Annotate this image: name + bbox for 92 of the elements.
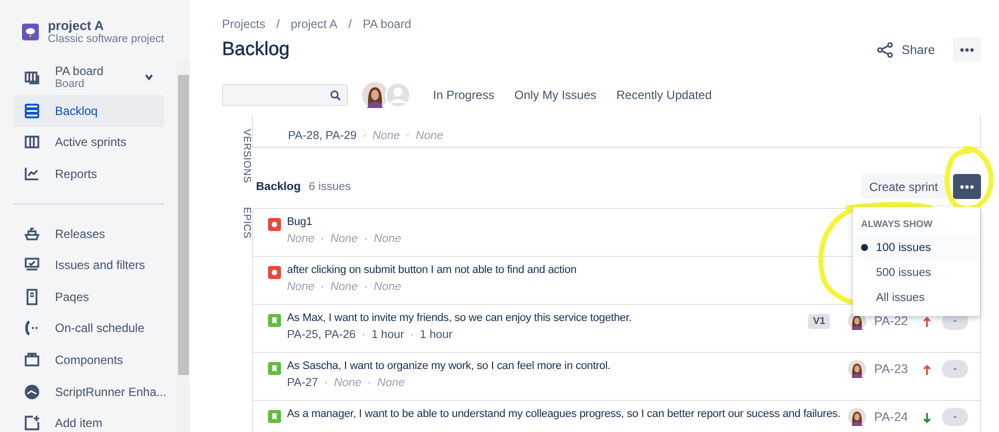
create-sprint-button[interactable]: Create sprint [861,174,946,199]
breadcrumb-link[interactable]: Projects [222,17,266,33]
more-icon [960,48,974,52]
issue-summary[interactable]: As a manager, I want to be able to understand my colleagues progress, so I can better report our sucess and failures. [287,408,841,420]
issue-detail: None [334,377,362,389]
breadcrumb-link[interactable]: project A [290,17,338,33]
issue-row[interactable]: As Max, I want to invite my friends, so we can enjoy this service together. PA-25, PA-26 · 1 hour · 1 hour V1 PA-22 - [252,305,981,353]
sidebar-item[interactable]: PA board Board [13,59,164,95]
share-button[interactable]: Share [876,42,935,58]
issue-detail: None [374,233,402,245]
issue-key[interactable]: PA-24 [874,410,908,424]
issue-count: 6 issues [308,180,352,192]
issue-detail: PA-27 [287,377,318,389]
sidebar-item[interactable]: Add item [13,407,164,432]
project-name: project A [48,18,105,33]
separator-dot: · [320,233,324,245]
breadcrumb-link[interactable]: PA board [362,17,412,33]
nav-icon [23,382,41,401]
sidebar-item[interactable]: Paqes [13,280,164,313]
more-button[interactable] [953,174,981,199]
more-button[interactable] [953,37,981,62]
avatar-icon[interactable] [362,82,388,108]
project-type: Classic software project [48,33,164,45]
separator-dot: · [364,281,368,293]
sidebar-item[interactable]: Backloq [13,95,164,127]
issue-key[interactable]: PA-22 [874,314,908,328]
estimate-badge[interactable]: - [942,408,968,426]
sidebar-item[interactable]: On-call schedule [13,312,164,344]
issue-detail: None [372,130,400,142]
issue-key[interactable]: PA-23 [874,362,908,376]
sidebar-item[interactable]: Issues and filters [13,249,164,281]
issue-detail: None [377,377,405,389]
issue-summary[interactable]: As Sascha, I want to organize my work, so I can feel more in control. [287,360,610,372]
issue-detail: None [287,281,314,293]
section-title: Backlog [256,180,301,192]
quick-filter[interactable]: Recently Updated [616,86,712,104]
search-icon [330,90,341,100]
side-tab[interactable]: VERSIONS [223,129,252,184]
nav-icon [23,350,41,369]
sidebar-item[interactable]: Reports [13,158,164,190]
quick-filter[interactable]: In Progress [433,86,494,104]
menu-option[interactable]: 100 issues [853,235,980,260]
issue-detail: PA-28, PA-29 [288,130,357,142]
estimate-badge[interactable]: - [942,360,968,378]
sidebar-item[interactable]: Active sprints [13,126,164,158]
issue-detail: None [374,281,402,293]
issue-detail: 1 hour [420,329,453,341]
nav-icon [23,102,41,120]
separator-dot: · [320,281,324,293]
avatar-icon [848,360,866,378]
nav-icon [23,133,41,152]
breadcrumb-separator: / [348,17,352,33]
issue-row[interactable]: As Sascha, I want to organize my work, so I can feel more in control. PA-27 · None · None PA-23 - [252,353,981,401]
issue-detail: None [330,281,358,293]
nav-icon [23,164,41,183]
menu-heading: ALWAYS SHOW [860,219,934,230]
issue-detail: None [287,233,314,245]
sidebar-item[interactable]: Components [13,344,164,376]
issue-summary[interactable]: Bug1 [287,216,312,228]
cloud-logo-icon [22,20,39,42]
scrollbar[interactable] [176,62,190,432]
share-icon [876,42,893,58]
menu-option[interactable]: 500 issues [853,260,980,285]
sidebar-item[interactable]: Releases [13,218,164,250]
breadcrumb-separator: / [276,17,280,33]
nav-icon [23,414,41,432]
sidebar-item[interactable]: ScriptRunner Enha... [13,376,164,408]
more-icon [960,184,974,188]
issue-summary[interactable]: after clicking on submit button I am not able to find and action [287,264,576,276]
search-field[interactable] [222,84,348,106]
side-tab[interactable]: EPICS [223,207,252,239]
avatar-icon [848,312,866,330]
nav-icon [23,224,41,243]
issue-detail: None [330,233,358,245]
issue-detail: PA-25, PA-26 [287,329,356,341]
separator-dot: · [406,130,410,142]
page-title: Backlog [222,38,291,60]
separator-dot: · [362,130,366,142]
separator-dot: · [410,329,414,341]
issue-detail: 1 hour [371,329,404,341]
version-tag: V1 [808,314,830,328]
separator-dot: · [324,377,328,389]
issue-summary[interactable]: As Max, I want to invite my friends, so we can enjoy this service together. [287,312,632,324]
selected-dot-icon [861,244,868,251]
separator-dot: · [367,377,372,389]
separator-dot: · [362,329,366,341]
avatar-icon [848,408,866,426]
issue-detail: None [416,130,444,142]
chevron-icon[interactable] [144,72,154,82]
issue-row[interactable]: As a manager, I want to be able to understand my colleagues progress, so I can better report our sucess and failures. PA-24 - [252,401,981,432]
separator-dot: · [364,233,368,245]
quick-filter[interactable]: Only My Issues [514,86,596,104]
